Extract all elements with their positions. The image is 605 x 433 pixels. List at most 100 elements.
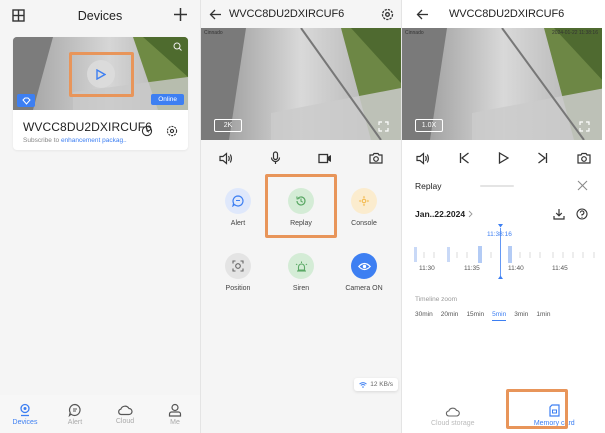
live-controls <box>201 148 401 168</box>
timeline-zoom-label: Timeline zoom <box>415 296 458 303</box>
snapshot-icon[interactable] <box>369 152 383 164</box>
add-icon[interactable] <box>173 7 188 22</box>
subscribe-prefix: Subscribe to <box>23 137 61 144</box>
nav-devices[interactable]: Devices <box>1 403 49 426</box>
nav-label: Alert <box>67 418 83 426</box>
chevron-right-icon[interactable] <box>468 210 473 218</box>
console-icon-circle <box>351 188 377 214</box>
settings-icon[interactable] <box>381 8 394 21</box>
feature-label: Position <box>225 285 251 292</box>
timeline-track <box>414 224 595 279</box>
nav-label: Cloud <box>115 417 135 425</box>
device-card[interactable]: Online WVCC8DU2DXIRCUF6 Subscribe to enh… <box>13 37 188 150</box>
video-watermark: Cinnado <box>204 30 223 36</box>
skip-previous-icon[interactable] <box>459 152 470 164</box>
nav-label: Devices <box>12 418 38 426</box>
dpad-icon <box>358 195 370 207</box>
date-picker[interactable]: Jan..22.2024 <box>415 209 465 219</box>
feature-label: Siren <box>292 285 310 292</box>
zoom-option-selected[interactable]: 5min <box>492 311 507 321</box>
nav-me[interactable]: Me <box>151 403 199 426</box>
devices-header: Devices <box>0 0 200 32</box>
subscribe-link[interactable]: enhancement packag.. <box>61 137 127 144</box>
tick-label: 11:45 <box>552 265 568 272</box>
replay-video[interactable]: Cinnado 2024-01-22 11:38:16 1.0X <box>402 28 602 140</box>
play-icon[interactable] <box>498 152 509 164</box>
highlight-box <box>506 389 568 429</box>
history-icon[interactable] <box>141 125 153 137</box>
download-icon[interactable] <box>553 208 565 220</box>
live-video[interactable]: Cinnado 2K <box>201 28 401 140</box>
speaker-icon[interactable] <box>416 151 430 165</box>
timeline-tick-labels: 11:30 11:35 11:40 11:45 <box>402 265 605 275</box>
device-title: WVCC8DU2DXIRCUF6 <box>229 8 345 20</box>
record-icon[interactable] <box>318 153 332 164</box>
speaker-icon[interactable] <box>219 151 233 165</box>
replay-title: Replay <box>415 181 442 191</box>
skip-next-icon[interactable] <box>537 152 548 164</box>
nav-alert[interactable]: Alert <box>51 403 99 426</box>
feature-alert[interactable]: Alert <box>213 188 263 227</box>
devices-screen: Devices Online WVCC8DU2DXIRCUF6 Subscrib… <box>0 0 200 433</box>
zoom-option[interactable]: 20min <box>441 311 459 321</box>
nav-cloud[interactable]: Cloud <box>101 404 149 425</box>
zoom-level[interactable]: 1.0X <box>415 119 443 132</box>
feature-console[interactable]: Console <box>339 188 389 227</box>
settings-icon[interactable] <box>166 125 178 137</box>
feature-label: Alert <box>230 220 246 227</box>
video-watermark: Cinnado <box>405 30 424 36</box>
camera-icon <box>18 403 32 417</box>
zoom-option[interactable]: 1min <box>536 311 550 321</box>
tab-cloud-storage[interactable]: Cloud storage <box>418 406 488 427</box>
cloud-icon <box>117 404 133 416</box>
feature-label: Console <box>351 220 377 227</box>
back-arrow-icon[interactable] <box>416 9 429 20</box>
zoom-option[interactable]: 15min <box>466 311 484 321</box>
device-name: WVCC8DU2DXIRCUF6 <box>23 120 152 134</box>
tick-label: 11:30 <box>419 265 435 272</box>
feature-siren[interactable]: Siren <box>276 253 326 292</box>
tick-label: 11:40 <box>508 265 524 272</box>
zoom-option[interactable]: 3min <box>514 311 528 321</box>
siren-icon-circle <box>288 253 314 279</box>
wifi-icon <box>359 381 368 388</box>
tab-label: Cloud storage <box>430 420 475 427</box>
feature-position[interactable]: Position <box>213 253 263 292</box>
network-speed: 12 KB/s <box>354 378 398 391</box>
status-badge: Online <box>151 94 184 105</box>
message-icon <box>232 195 244 207</box>
timeline[interactable] <box>402 224 605 284</box>
siren-icon <box>295 261 308 272</box>
page-title: Devices <box>77 9 123 23</box>
snapshot-icon[interactable] <box>577 152 591 164</box>
tick-label: 11:35 <box>464 265 480 272</box>
video-timestamp: 2024-01-22 11:38:16 <box>551 30 598 36</box>
highlight-box <box>265 174 337 238</box>
back-arrow-icon[interactable] <box>209 9 222 20</box>
replay-screen: WVCC8DU2DXIRCUF6 Cinnado 2024-01-22 11:3… <box>402 0 605 433</box>
fullscreen-icon[interactable] <box>579 121 590 132</box>
nav-label: Me <box>170 418 180 426</box>
microphone-icon[interactable] <box>270 151 281 165</box>
live-screen: WVCC8DU2DXIRCUF6 Cinnado 2K Alert Replay… <box>201 0 401 433</box>
highlight-box <box>69 52 134 97</box>
device-title: WVCC8DU2DXIRCUF6 <box>449 8 565 20</box>
subscribe-text: Subscribe to enhancement packag.. <box>23 137 127 144</box>
zoom-option[interactable]: 30min <box>415 311 433 321</box>
fullscreen-icon[interactable] <box>378 121 389 132</box>
timeline-zoom-options: 30min 20min 15min 5min 3min 1min <box>415 311 550 321</box>
person-icon <box>168 403 182 417</box>
diamond-icon <box>17 94 35 107</box>
speed-value: 12 KB/s <box>370 381 393 388</box>
position-icon <box>232 260 244 272</box>
position-icon-circle <box>225 253 251 279</box>
help-icon[interactable] <box>576 208 588 220</box>
bottom-nav: Devices Alert Cloud Me <box>0 395 200 433</box>
chat-icon <box>68 403 82 417</box>
sheet-handle[interactable] <box>480 185 514 187</box>
zoom-icon <box>173 42 182 51</box>
camera-on-icon-circle <box>351 253 377 279</box>
resolution-toggle[interactable]: 2K <box>214 119 242 132</box>
close-icon[interactable] <box>577 180 588 191</box>
feature-camera-on[interactable]: Camera ON <box>339 253 389 292</box>
